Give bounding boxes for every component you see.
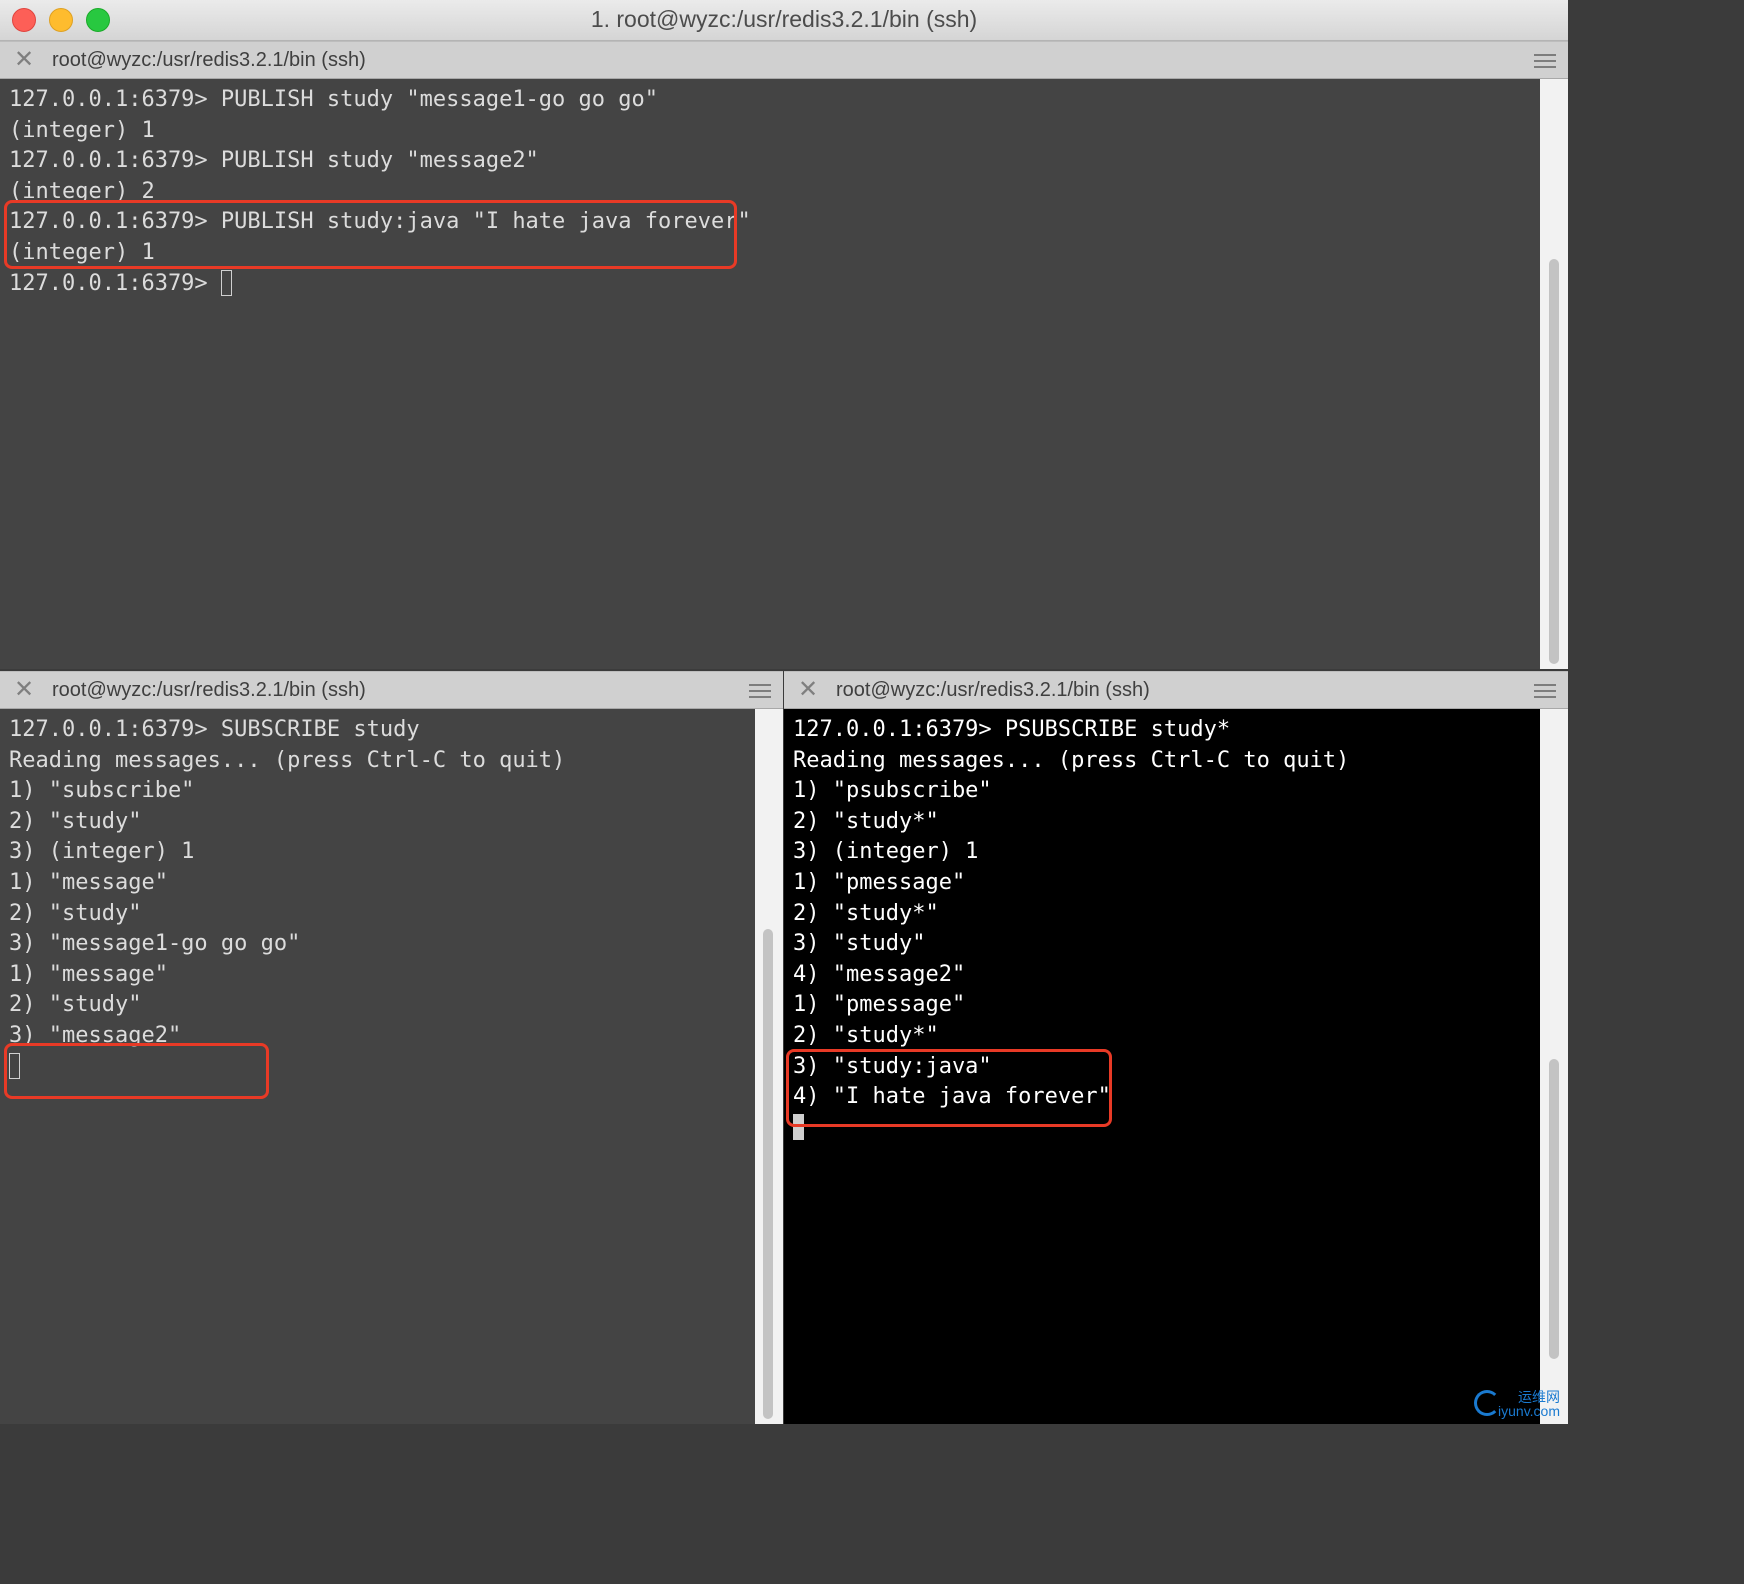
watermark-icon: [1474, 1390, 1501, 1416]
bottom-left-pane-title: root@wyzc:/usr/redis3.2.1/bin (ssh): [52, 679, 366, 701]
hamburger-menu-icon[interactable]: [1534, 684, 1556, 702]
highlight-box-no-message: [4, 1043, 269, 1099]
prompt-text: 127.0.0.1:6379>: [9, 270, 221, 296]
highlight-box-pmessage: [786, 1049, 1112, 1127]
top-terminal[interactable]: 127.0.0.1:6379> PUBLISH study "message1-…: [0, 79, 1540, 669]
watermark-logo: 运维网 iyunv.com: [1474, 1389, 1560, 1419]
terminal-line: 3) (integer) 1: [793, 839, 979, 865]
bottom-left-scrollbar-thumb[interactable]: [763, 929, 773, 1419]
terminal-cursor: [220, 269, 232, 296]
terminal-line: 127.0.0.1:6379> PUBLISH study "message2": [9, 148, 539, 174]
top-pane-header: ✕ root@wyzc:/usr/redis3.2.1/bin (ssh): [0, 41, 1568, 79]
terminal-line: Reading messages... (press Ctrl-C to qui…: [9, 747, 566, 773]
terminal-line: 2) "study*": [793, 1022, 939, 1048]
bottom-right-scrollbar-thumb[interactable]: [1549, 1059, 1559, 1359]
close-icon[interactable]: ✕: [14, 678, 34, 702]
terminal-line: 1) "pmessage": [793, 992, 966, 1018]
top-scrollbar-thumb[interactable]: [1549, 259, 1559, 664]
bottom-right-pane-header: ✕ root@wyzc:/usr/redis3.2.1/bin (ssh): [784, 671, 1568, 709]
watermark-line2: iyunv.com: [1498, 1403, 1560, 1419]
terminal-line: 1) "psubscribe": [793, 778, 992, 804]
highlight-box-publish: [4, 200, 737, 269]
terminal-line: 2) "study": [9, 992, 142, 1018]
terminal-line: 2) "study*": [793, 900, 939, 926]
terminal-line: (integer) 1: [9, 117, 155, 143]
terminal-line: 3) "study": [793, 931, 926, 957]
top-scrollbar-track[interactable]: [1540, 79, 1568, 669]
terminal-line: 2) "study": [9, 900, 142, 926]
window-title-bar: 1. root@wyzc:/usr/redis3.2.1/bin (ssh): [0, 0, 1568, 41]
terminal-line: 127.0.0.1:6379> SUBSCRIBE study: [9, 717, 420, 742]
terminal-line: 1) "message": [9, 869, 168, 895]
window-title: 1. root@wyzc:/usr/redis3.2.1/bin (ssh): [590, 6, 978, 32]
terminal-line: Reading messages... (press Ctrl-C to qui…: [793, 747, 1350, 773]
bottom-right-scrollbar-track[interactable]: [1540, 709, 1568, 1424]
terminal-line: 2) "study": [9, 808, 142, 834]
hamburger-menu-icon[interactable]: [1534, 54, 1556, 72]
bottom-right-pane-title: root@wyzc:/usr/redis3.2.1/bin (ssh): [836, 679, 1150, 701]
bottom-left-pane-header: ✕ root@wyzc:/usr/redis3.2.1/bin (ssh): [0, 671, 783, 709]
terminal-line: 3) "message1-go go go": [9, 931, 301, 957]
top-pane-title: root@wyzc:/usr/redis3.2.1/bin (ssh): [52, 49, 366, 71]
close-icon[interactable]: ✕: [798, 678, 818, 702]
terminal-line: 1) "subscribe": [9, 778, 195, 804]
terminal-line: 4) "message2": [793, 961, 966, 987]
terminal-line: 1) "message": [9, 961, 168, 987]
bottom-left-scrollbar-track[interactable]: [755, 709, 783, 1424]
prompt-line: 127.0.0.1:6379>: [9, 269, 1540, 300]
watermark-line1: 运维网: [1518, 1389, 1560, 1405]
terminal-line: 127.0.0.1:6379> PUBLISH study "message1-…: [9, 87, 659, 112]
close-icon[interactable]: ✕: [14, 48, 34, 72]
terminal-line: 1) "pmessage": [793, 869, 966, 895]
terminal-line: 3) (integer) 1: [9, 839, 195, 865]
hamburger-menu-icon[interactable]: [749, 684, 771, 702]
terminal-line: 2) "study*": [793, 808, 939, 834]
terminal-line: 127.0.0.1:6379> PSUBSCRIBE study*: [793, 717, 1231, 742]
